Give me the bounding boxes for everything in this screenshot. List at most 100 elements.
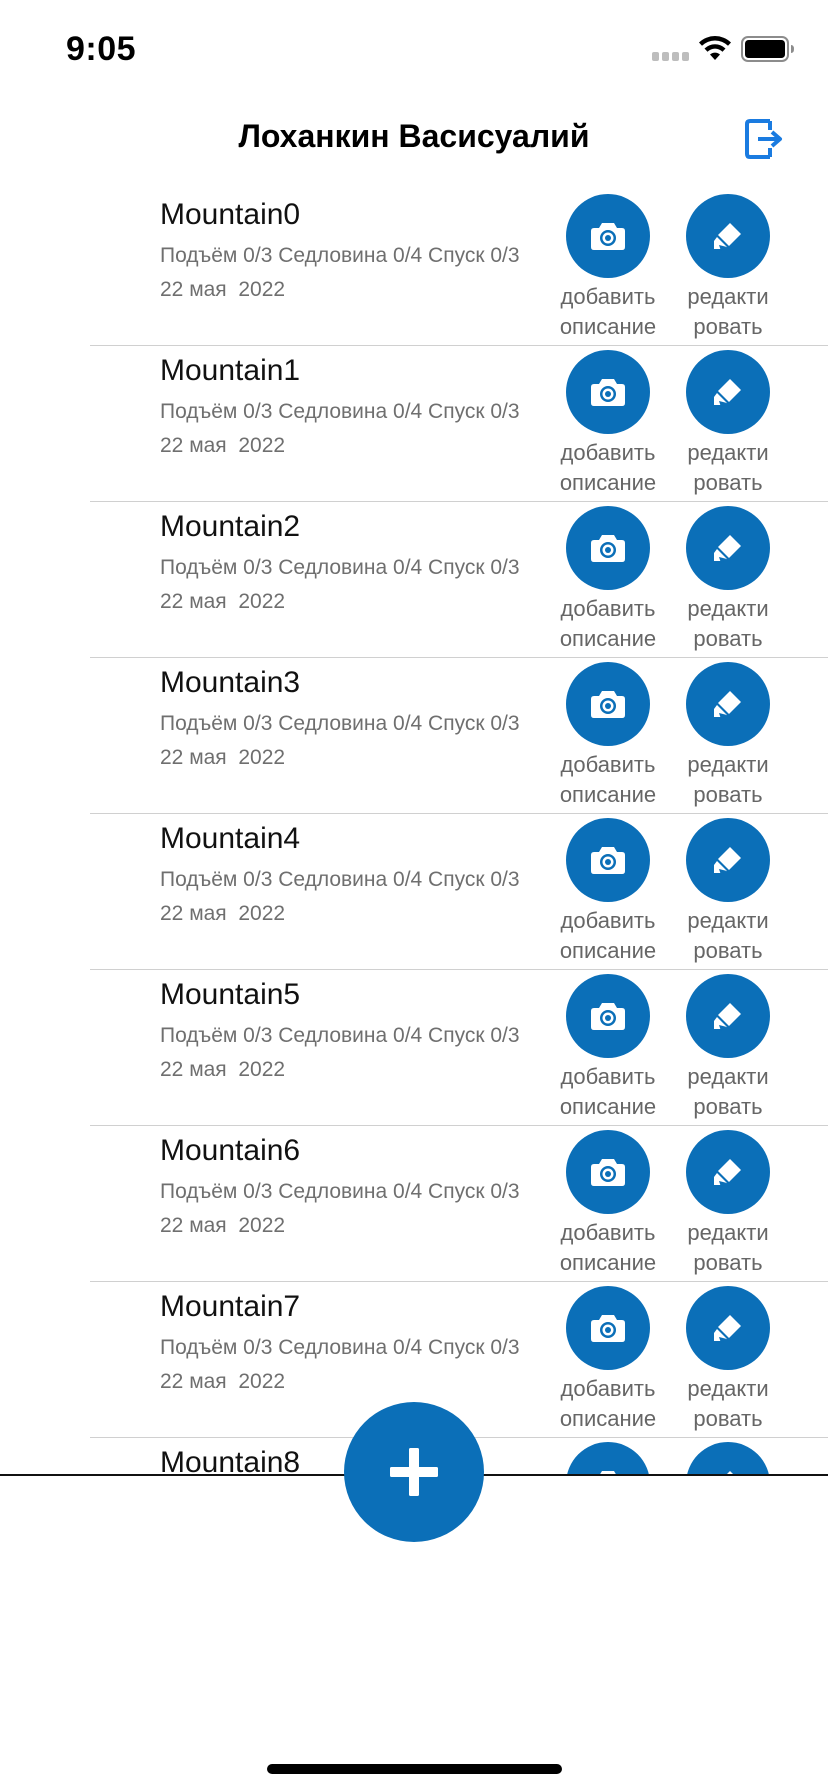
add-description-button[interactable]: добавитьописание bbox=[548, 974, 668, 1124]
label-line: редакти bbox=[687, 440, 769, 465]
logout-icon[interactable] bbox=[744, 117, 784, 161]
label-line: добавить bbox=[560, 1376, 656, 1401]
add-description-button[interactable]: добавитьописание bbox=[548, 1130, 668, 1280]
pencil-icon bbox=[714, 1003, 741, 1031]
camera-icon bbox=[591, 379, 625, 406]
label-line: описание bbox=[559, 782, 657, 807]
camera-icon bbox=[591, 691, 625, 718]
mountain-name: Mountain2 bbox=[160, 510, 301, 543]
label-line: ровать bbox=[693, 626, 763, 651]
mountain-date: 22 мая 2022 bbox=[160, 1214, 286, 1237]
list-item[interactable]: Mountain5 Подъём 0/3 Седловина 0/4 Спуск … bbox=[0, 970, 828, 1126]
edit-button[interactable]: редакти ровать bbox=[668, 974, 788, 1124]
camera-icon bbox=[591, 535, 625, 562]
camera-button-circle[interactable] bbox=[566, 350, 650, 434]
label-line: ровать bbox=[693, 782, 763, 807]
edit-button-circle[interactable] bbox=[686, 1130, 770, 1214]
camera-icon bbox=[591, 1159, 625, 1186]
add-description-label: добавить описание bbox=[548, 906, 668, 966]
edit-button[interactable]: редактировать bbox=[668, 194, 788, 344]
list-item[interactable]: Mountain4 Подъём 0/3 Седловина 0/4 Спуск … bbox=[0, 814, 828, 970]
label-line: ровать bbox=[693, 1094, 763, 1119]
edit-button[interactable]: редактировать bbox=[668, 1286, 788, 1436]
edit-button[interactable]: редакти ровать bbox=[668, 662, 788, 812]
mountain-stats: Подъём 0/3 Седловина 0/4 Спуск 0/3 bbox=[160, 868, 520, 891]
edit-button-circle[interactable] bbox=[686, 1442, 770, 1475]
mountain-name: Mountain0 bbox=[160, 198, 301, 231]
mountain-name: Mountain5 bbox=[160, 978, 301, 1011]
edit-button-circle[interactable] bbox=[686, 662, 770, 746]
label-line: редакти bbox=[687, 752, 769, 777]
mountain-name: Mountain3 bbox=[160, 666, 301, 699]
list-item[interactable]: Mountain0 Подъём 0/3 Седловина 0/4 Спуск … bbox=[0, 190, 828, 346]
label-line: редакти bbox=[687, 908, 769, 933]
add-mountain-button[interactable] bbox=[344, 1402, 484, 1542]
mountain-date: 22 мая 2022 bbox=[160, 902, 286, 925]
camera-button-circle[interactable] bbox=[566, 1442, 650, 1475]
mountain-date: 22 мая 2022 bbox=[160, 434, 286, 457]
label-line: описание bbox=[559, 1250, 657, 1275]
pencil-icon bbox=[714, 223, 741, 251]
camera-button-circle[interactable] bbox=[566, 506, 650, 590]
camera-button-circle[interactable] bbox=[566, 194, 650, 278]
mountain-stats: Подъём 0/3 Седловина 0/4 Спуск 0/3 bbox=[160, 556, 520, 579]
camera-button-circle[interactable] bbox=[566, 974, 650, 1058]
edit-button-circle[interactable] bbox=[686, 194, 770, 278]
mountain-stats: Подъём 0/3 Седловина 0/4 Спуск 0/3 bbox=[160, 1024, 520, 1047]
edit-button[interactable]: редактировать bbox=[668, 1442, 788, 1475]
edit-button-circle[interactable] bbox=[686, 506, 770, 590]
add-description-button[interactable]: добавитьописание bbox=[548, 350, 668, 500]
pencil-icon bbox=[714, 691, 741, 719]
label-line: ровать bbox=[693, 470, 763, 495]
add-description-button[interactable]: добавитьописание bbox=[548, 506, 668, 656]
add-description-button[interactable]: добавитьописание bbox=[548, 662, 668, 812]
home-indicator bbox=[267, 1764, 562, 1774]
edit-button-circle[interactable] bbox=[686, 350, 770, 434]
mountain-date: 22 мая 2022 bbox=[160, 1370, 286, 1393]
label-line: ровать bbox=[693, 1250, 763, 1275]
mountain-stats: Подъём 0/3 Седловина 0/4 Спуск 0/3 bbox=[160, 1180, 520, 1203]
add-description-button[interactable]: добавить описание bbox=[548, 1286, 668, 1436]
list-item[interactable]: Mountain6 Подъём 0/3 Седловина 0/4 Спуск … bbox=[0, 1126, 828, 1282]
edit-label: редакти ровать bbox=[668, 282, 788, 342]
list-item[interactable]: Mountain3 Подъём 0/3 Седловина 0/4 Спуск … bbox=[0, 658, 828, 814]
edit-button[interactable]: редактировать bbox=[668, 506, 788, 656]
label-line: редакти bbox=[687, 1064, 769, 1089]
pencil-icon bbox=[714, 847, 741, 875]
label-line: ровать bbox=[693, 938, 763, 963]
edit-label: редакти ровать bbox=[668, 438, 788, 498]
add-description-button[interactable]: добавитьописание bbox=[548, 1442, 668, 1475]
add-description-button[interactable]: добавитьописание bbox=[548, 818, 668, 968]
add-description-button[interactable]: добавитьописание bbox=[548, 194, 668, 344]
pencil-icon bbox=[714, 535, 741, 563]
edit-button-circle[interactable] bbox=[686, 974, 770, 1058]
add-description-label: добавить описание bbox=[548, 282, 668, 342]
status-time: 9:05 bbox=[66, 30, 137, 68]
label-line: описание bbox=[559, 938, 657, 963]
label-line: описание bbox=[559, 1406, 657, 1431]
edit-button[interactable]: редакти ровать bbox=[668, 350, 788, 500]
edit-button[interactable]: редактировать bbox=[668, 1130, 788, 1280]
mountain-date: 22 мая 2022 bbox=[160, 746, 286, 769]
battery-icon bbox=[741, 36, 794, 62]
camera-button-circle[interactable] bbox=[566, 818, 650, 902]
edit-button-circle[interactable] bbox=[686, 1286, 770, 1370]
edit-button[interactable]: редакти ровать bbox=[668, 818, 788, 968]
add-description-label: добавить описание bbox=[548, 1374, 668, 1434]
add-description-label: добавить описание bbox=[548, 594, 668, 654]
mountain-stats: Подъём 0/3 Седловина 0/4 Спуск 0/3 bbox=[160, 400, 520, 423]
mountain-name: Mountain7 bbox=[160, 1290, 301, 1323]
camera-button-circle[interactable] bbox=[566, 1286, 650, 1370]
add-description-label: добавить описание bbox=[548, 750, 668, 810]
mountain-list[interactable]: Mountain0 Подъём 0/3 Седловина 0/4 Спуск … bbox=[0, 190, 828, 1475]
pencil-icon bbox=[714, 379, 741, 407]
edit-label: редакти ровать bbox=[668, 906, 788, 966]
edit-button-circle[interactable] bbox=[686, 818, 770, 902]
list-item[interactable]: Mountain2 Подъём 0/3 Седловина 0/4 Спуск … bbox=[0, 502, 828, 658]
camera-icon bbox=[591, 223, 625, 250]
camera-button-circle[interactable] bbox=[566, 662, 650, 746]
camera-button-circle[interactable] bbox=[566, 1130, 650, 1214]
mountain-date: 22 мая 2022 bbox=[160, 1058, 286, 1081]
list-item[interactable]: Mountain1 Подъём 0/3 Седловина 0/4 Спуск … bbox=[0, 346, 828, 502]
add-description-label: добавить описание bbox=[548, 1218, 668, 1278]
